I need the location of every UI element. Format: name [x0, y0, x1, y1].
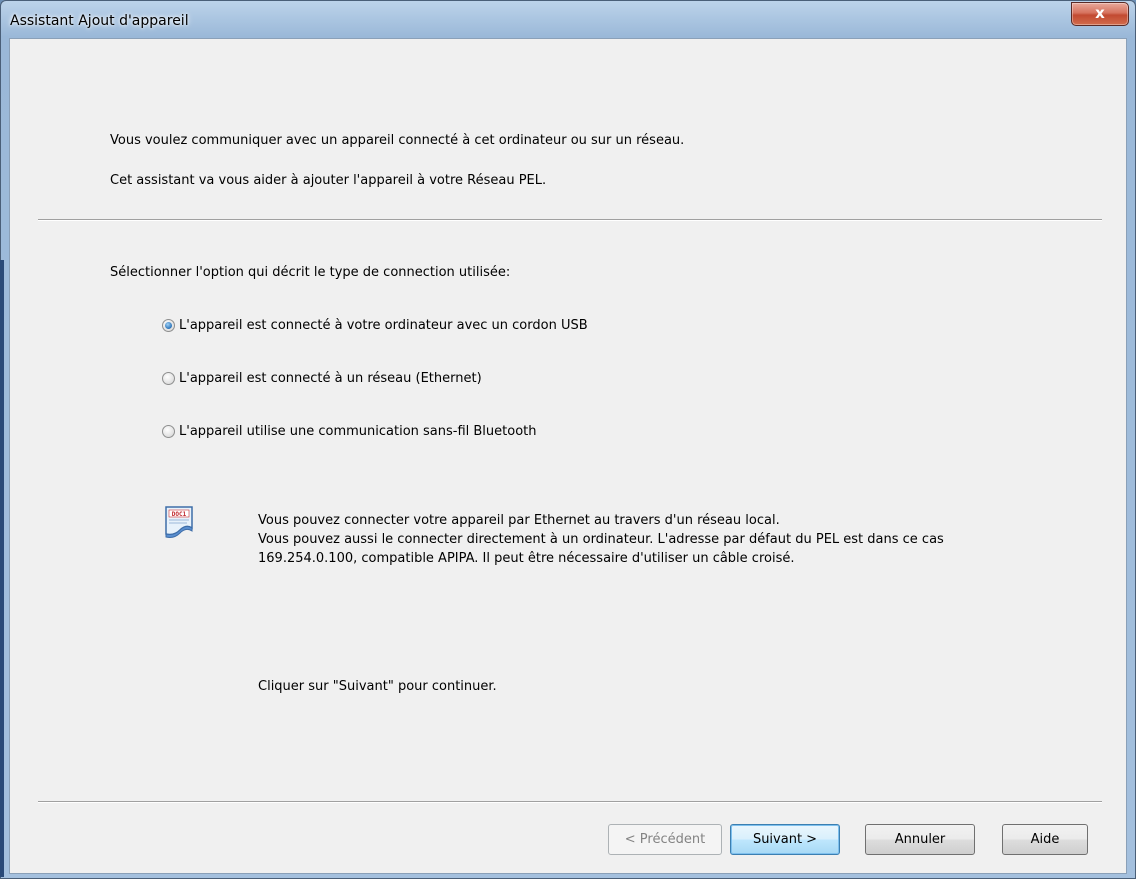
radio-option-usb[interactable]: L'appareil est connecté à votre ordinate…: [162, 318, 588, 333]
next-button[interactable]: Suivant >: [730, 824, 840, 855]
title-bar[interactable]: Assistant Ajout d'appareil x: [1, 1, 1135, 39]
close-button[interactable]: x: [1071, 2, 1129, 26]
separator-top: [38, 219, 1102, 221]
radio-usb[interactable]: [162, 319, 175, 332]
info-text-2: Vous pouvez aussi le connecter directeme…: [258, 532, 944, 547]
wizard-content: Vous voulez communiquer avec un appareil…: [9, 38, 1127, 874]
radio-ethernet-label[interactable]: L'appareil est connecté à un réseau (Eth…: [179, 371, 482, 386]
intro-text-1: Vous voulez communiquer avec un appareil…: [110, 133, 685, 148]
radio-usb-label[interactable]: L'appareil est connecté à votre ordinate…: [179, 318, 588, 333]
info-text-1: Vous pouvez connecter votre appareil par…: [258, 513, 780, 528]
info-text-3: 169.254.0.100, compatible APIPA. Il peut…: [258, 551, 795, 566]
wizard-window: Assistant Ajout d'appareil x Vous voulez…: [0, 0, 1136, 879]
continue-instruction: Cliquer sur "Suivant" pour continuer.: [258, 679, 497, 694]
document-icon-text: DOC1: [172, 511, 187, 518]
window-title: Assistant Ajout d'appareil: [10, 13, 189, 29]
close-icon: x: [1095, 4, 1105, 22]
connection-type-label: Sélectionner l'option qui décrit le type…: [110, 265, 511, 280]
help-button[interactable]: Aide: [1002, 824, 1088, 855]
intro-text-2: Cet assistant va vous aider à ajouter l'…: [110, 173, 547, 188]
separator-bottom: [38, 801, 1102, 803]
radio-bluetooth-label[interactable]: L'appareil utilise une communication san…: [179, 424, 537, 439]
window-edge-accent: [0, 260, 4, 877]
document-icon: DOC1: [162, 504, 196, 540]
cancel-button[interactable]: Annuler: [865, 824, 975, 855]
radio-ethernet[interactable]: [162, 372, 175, 385]
previous-button[interactable]: < Précédent: [608, 824, 722, 855]
radio-option-ethernet[interactable]: L'appareil est connecté à un réseau (Eth…: [162, 371, 482, 386]
radio-bluetooth[interactable]: [162, 425, 175, 438]
radio-option-bluetooth[interactable]: L'appareil utilise une communication san…: [162, 424, 537, 439]
